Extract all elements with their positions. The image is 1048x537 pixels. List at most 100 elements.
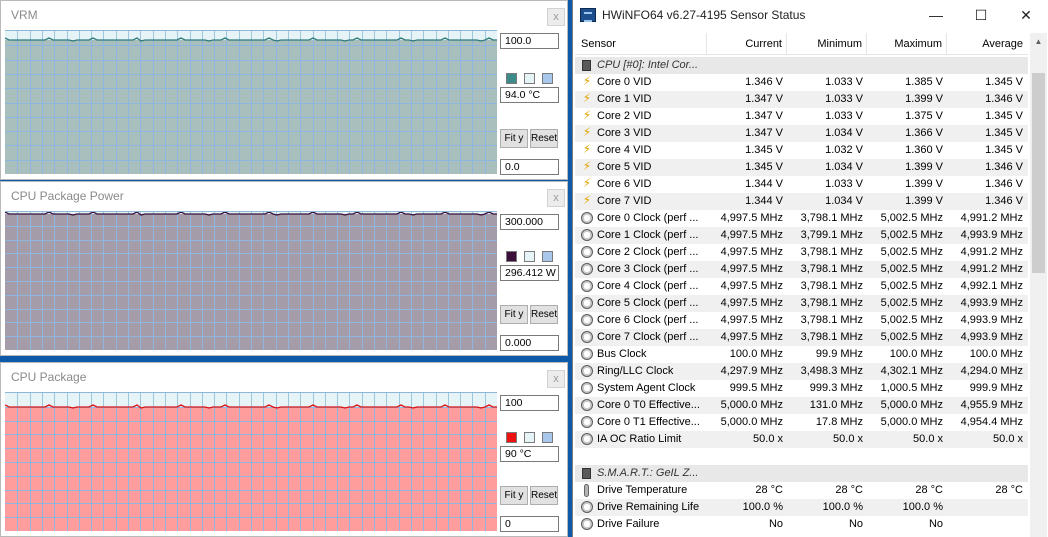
sensor-name: Drive Failure [597, 518, 660, 530]
graph-close-icon[interactable]: x [547, 189, 565, 207]
background-color-swatch[interactable] [524, 73, 535, 84]
sensor-group-row[interactable]: S.M.A.R.T.: GeIL Z... [575, 465, 1028, 482]
vrm-plot-area [5, 30, 497, 174]
max-value-box[interactable]: 300.000 [500, 214, 559, 230]
value-current: 4,997.5 MHz [720, 297, 783, 309]
sensor-row[interactable]: ⚡ Core 0 VID 1.346 V 1.033 V 1.385 V 1.345 V [575, 74, 1028, 91]
cpu-package-power-plot-area [5, 211, 497, 350]
value-average: 1.345 V [985, 144, 1023, 156]
clock-icon [581, 331, 593, 343]
sensor-row[interactable]: ⚡ Core 6 VID 1.344 V 1.033 V 1.399 V 1.346 V [575, 176, 1028, 193]
min-value-box[interactable]: 0.0 [500, 159, 559, 175]
sensor-row[interactable]: Core 0 T0 Effective... 5,000.0 MHz 131.0 M… [575, 397, 1028, 414]
value-current: 4,997.5 MHz [720, 331, 783, 343]
max-value-box[interactable]: 100.0 [500, 33, 559, 49]
grid-color-swatch[interactable] [542, 73, 553, 84]
column-maximum[interactable]: Maximum [867, 33, 947, 55]
sensor-name: Core 3 VID [597, 127, 652, 139]
value-current: 5,000.0 MHz [720, 399, 783, 411]
maximize-button[interactable]: ☐ [958, 0, 1004, 31]
sensor-row[interactable]: Core 1 Clock (perf ... 4,997.5 MHz 3,799.1… [575, 227, 1028, 244]
column-average[interactable]: Average [947, 33, 1027, 55]
value-current: 4,997.5 MHz [720, 314, 783, 326]
close-button[interactable]: ✕ [1003, 0, 1048, 31]
scroll-up-arrow-icon[interactable]: ▲ [1030, 33, 1047, 50]
clock-icon [581, 348, 593, 360]
series-color-swatch[interactable] [506, 73, 517, 84]
background-color-swatch[interactable] [524, 251, 535, 262]
sensor-row[interactable]: ⚡ Core 5 VID 1.345 V 1.034 V 1.399 V 1.346 V [575, 159, 1028, 176]
sensor-row[interactable]: Core 0 T1 Effective... 5,000.0 MHz 17.8 MH… [575, 414, 1028, 431]
fit-y-button[interactable]: Fit y [500, 129, 528, 148]
sensor-row[interactable]: Core 6 Clock (perf ... 4,997.5 MHz 3,798.1… [575, 312, 1028, 329]
grid-color-swatch[interactable] [542, 251, 553, 262]
fit-y-button[interactable]: Fit y [500, 486, 528, 505]
column-minimum[interactable]: Minimum [787, 33, 867, 55]
value-current: 4,997.5 MHz [720, 263, 783, 275]
sensor-row[interactable]: Drive Failure No No No [575, 516, 1028, 533]
graph-close-icon[interactable]: x [547, 370, 565, 388]
clock-icon [581, 229, 593, 241]
sensor-row[interactable]: IA OC Ratio Limit 50.0 x 50.0 x 50.0 x 50.0 … [575, 431, 1028, 448]
sensor-group-row[interactable]: CPU [#0]: Intel Cor... [575, 57, 1028, 74]
min-value-box[interactable]: 0.000 [500, 335, 559, 351]
reset-button[interactable]: Reset [530, 129, 558, 148]
clock-icon [581, 212, 593, 224]
sensor-row[interactable]: Core 5 Clock (perf ... 4,997.5 MHz 3,798.1… [575, 295, 1028, 312]
sensor-row[interactable]: Ring/LLC Clock 4,297.9 MHz 3,498.3 MHz 4,30… [575, 363, 1028, 380]
grid-color-swatch[interactable] [542, 432, 553, 443]
sensor-row[interactable]: Core 2 Clock (perf ... 4,997.5 MHz 3,798.1… [575, 244, 1028, 261]
sensor-row[interactable]: Bus Clock 100.0 MHz 99.9 MHz 100.0 MHz 100.0… [575, 346, 1028, 363]
clock-icon [581, 501, 593, 513]
value-maximum: 28 °C [915, 484, 943, 496]
sensor-name: Core 0 T1 Effective... [597, 416, 700, 428]
cpu-package-graph-window[interactable]: CPU Package x 100 90 °C Fit y Reset 0 [0, 362, 568, 537]
column-current[interactable]: Current [707, 33, 787, 55]
sensor-name: Core 6 VID [597, 178, 652, 190]
value-minimum: 1.034 V [825, 195, 863, 207]
value-maximum: 1.366 V [905, 127, 943, 139]
fit-y-button[interactable]: Fit y [500, 305, 528, 324]
hwinfo-sensor-window[interactable]: HWiNFO64 v6.27-4195 Sensor Status — ☐ ✕ … [572, 0, 1048, 537]
vertical-scrollbar[interactable]: ▲ [1030, 33, 1047, 537]
current-value-box: 296.412 W [500, 265, 559, 281]
value-minimum: 3,798.1 MHz [800, 280, 863, 292]
minimize-button[interactable]: — [913, 0, 959, 31]
value-maximum: 5,002.5 MHz [880, 280, 943, 292]
min-value-box[interactable]: 0 [500, 516, 559, 532]
sensor-row[interactable]: Core 7 Clock (perf ... 4,997.5 MHz 3,798.1… [575, 329, 1028, 346]
reset-button[interactable]: Reset [530, 305, 558, 324]
max-value-box[interactable]: 100 [500, 395, 559, 411]
value-current: No [768, 518, 783, 530]
graph-close-icon[interactable]: x [547, 8, 565, 26]
sensor-row[interactable]: Drive Remaining Life 100.0 % 100.0 % 100.0 … [575, 499, 1028, 516]
title-bar[interactable]: HWiNFO64 v6.27-4195 Sensor Status — ☐ ✕ [573, 0, 1048, 31]
sensor-row[interactable]: Core 4 Clock (perf ... 4,997.5 MHz 3,798.1… [575, 278, 1028, 295]
sensor-row[interactable]: Drive Temperature 28 °C 28 °C 28 °C 28 °C [575, 482, 1028, 499]
value-maximum: 5,002.5 MHz [880, 314, 943, 326]
scrollbar-thumb[interactable] [1032, 73, 1045, 273]
sensor-row[interactable]: Core 3 Clock (perf ... 4,997.5 MHz 3,798.1… [575, 261, 1028, 278]
sensor-row[interactable]: ⚡ Core 1 VID 1.347 V 1.033 V 1.399 V 1.346 V [575, 91, 1028, 108]
graph-title: CPU Package [11, 370, 87, 384]
value-minimum: 1.034 V [825, 127, 863, 139]
series-color-swatch[interactable] [506, 432, 517, 443]
value-maximum: 5,002.5 MHz [880, 212, 943, 224]
sensor-row[interactable]: ⚡ Core 3 VID 1.347 V 1.034 V 1.366 V 1.345 V [575, 125, 1028, 142]
sensor-name: Core 0 T0 Effective... [597, 399, 700, 411]
column-sensor[interactable]: Sensor [575, 33, 707, 55]
value-current: 1.345 V [745, 161, 783, 173]
chip-icon [582, 60, 591, 71]
sensor-row[interactable]: ⚡ Core 2 VID 1.347 V 1.033 V 1.375 V 1.345 V [575, 108, 1028, 125]
cpu-package-plot-area [5, 392, 497, 531]
sensor-row[interactable]: ⚡ Core 7 VID 1.344 V 1.034 V 1.399 V 1.346 V [575, 193, 1028, 210]
spacer-row [575, 448, 1028, 465]
sensor-row[interactable]: ⚡ Core 4 VID 1.345 V 1.032 V 1.360 V 1.345 V [575, 142, 1028, 159]
sensor-row[interactable]: System Agent Clock 999.5 MHz 999.3 MHz 1,00… [575, 380, 1028, 397]
reset-button[interactable]: Reset [530, 486, 558, 505]
sensor-row[interactable]: Core 0 Clock (perf ... 4,997.5 MHz 3,798.1… [575, 210, 1028, 227]
cpu-package-power-graph-window[interactable]: CPU Package Power x 300.000 296.412 W Fit yR… [0, 181, 568, 356]
background-color-swatch[interactable] [524, 432, 535, 443]
vrm-graph-window[interactable]: VRM x 100.0 94.0 °C Fit y Reset 0.0 [0, 0, 568, 180]
series-color-swatch[interactable] [506, 251, 517, 262]
